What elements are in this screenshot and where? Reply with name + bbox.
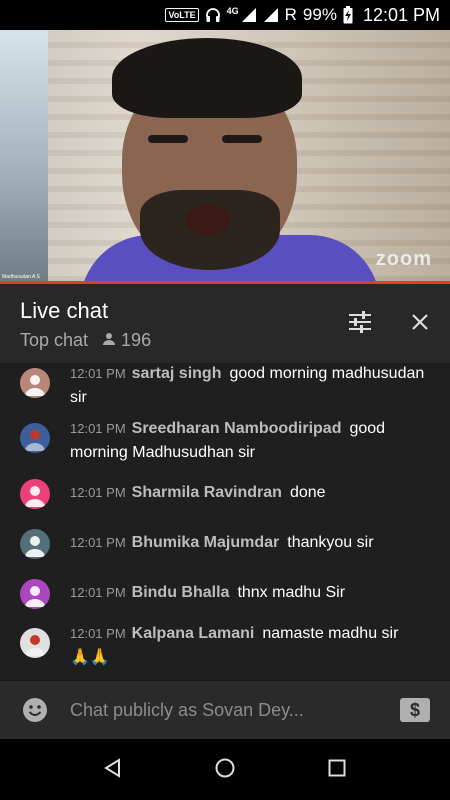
super-chat-button[interactable]: $ [400,698,430,722]
battery-charging-icon [343,6,353,24]
status-bar: VoLTE 4G R 99% 12:01 PM [0,0,450,30]
message-emoji: 🙏🙏 [70,649,110,666]
smiley-icon [22,698,48,727]
chat-mode-selector[interactable]: Top chat [20,330,88,351]
battery-percent: 99% [302,5,337,24]
avatar[interactable] [20,368,50,398]
message-body: 12:01 PM sartaj singh good morning madhusu… [70,364,434,410]
system-nav-bar [0,739,450,800]
person-silhouette-icon [25,486,45,507]
tune-icon [347,310,373,339]
message-author[interactable]: Bindu Bhalla [132,584,230,601]
person-silhouette-icon [25,375,45,396]
speaker-brow-left [148,135,188,143]
recents-button[interactable] [324,757,350,783]
chat-subheader: Top chat 196 [20,330,151,351]
chat-title: Live chat [20,298,109,323]
profile-photo-icon [25,430,45,451]
message-author[interactable]: Sreedharan Namboodiripad [132,420,342,437]
message-time: 12:01 PM [70,366,126,381]
message-time: 12:01 PM [70,421,126,436]
clock: 12:01 PM [362,4,440,25]
close-button[interactable] [404,308,436,340]
message-author[interactable]: Kalpana Lamani [132,625,255,642]
message-body: 12:01 PM Bindu Bhalla thnx madhu Sir [70,581,434,605]
video-player[interactable]: zoom Madhusudan A S [0,30,450,282]
viewer-count-value: 196 [121,330,152,350]
message-time: 12:01 PM [70,585,126,600]
message-time: 12:01 PM [70,535,126,550]
filter-button[interactable] [344,308,376,340]
message-time: 12:01 PM [70,485,126,500]
svg-text:$: $ [410,700,420,720]
avatar[interactable] [20,479,50,509]
recents-square-icon [326,757,348,784]
back-triangle-icon [102,757,124,784]
chat-input-bar: $ [0,680,450,739]
signal-icon [263,7,279,23]
volte-badge: VoLTE [165,8,199,22]
avatar[interactable] [20,529,50,559]
speaker-brow-right [222,135,262,143]
zoom-watermark: zoom [375,248,432,270]
roaming-indicator: R [284,5,297,24]
close-icon [410,312,430,337]
data-arrows-icon [241,7,257,23]
participant-name-tag: Madhusudan A S [2,274,40,280]
message-body: 12:01 PM Bhumika Majumdar thankyou sir [70,531,434,555]
message-body: 12:01 PM Sreedharan Namboodiripad good mor… [70,417,434,465]
message-text: thankyou sir [287,534,374,551]
person-icon [102,330,116,351]
avatar[interactable] [20,423,50,453]
message-body: 12:01 PM Sharmila Ravindran done [70,481,434,505]
message-text: thnx madhu Sir [237,584,346,601]
chat-message-list[interactable]: 12:01 PM sartaj singh good morning madhusu… [0,364,450,680]
chat-header: Live chat Top chat 196 [0,284,450,364]
person-silhouette-icon [25,586,45,607]
chat-input[interactable] [70,695,370,725]
avatar[interactable] [20,628,50,658]
message-author[interactable]: Bhumika Majumdar [132,534,280,551]
message-author[interactable]: Sharmila Ravindran [132,484,282,501]
back-button[interactable] [100,757,126,783]
message-body: 12:01 PM Kalpana Lamani namaste madhu sir … [70,622,434,670]
home-circle-icon [214,757,236,784]
speaker-mouth [185,205,230,235]
message-text: done [289,484,326,501]
person-silhouette-icon [25,536,45,557]
viewer-count: 196 [102,330,151,351]
message-author[interactable]: sartaj singh [132,365,222,382]
home-button[interactable] [212,757,238,783]
speaker-hair [112,38,302,118]
profile-photo-icon [25,635,45,656]
message-time: 12:01 PM [70,626,126,641]
video-side-panel [0,30,48,282]
emoji-button[interactable] [22,697,48,723]
dollar-icon: $ [400,698,430,726]
avatar[interactable] [20,579,50,609]
network-type: 4G [226,6,239,16]
headphones-icon [205,7,221,23]
message-text: namaste madhu sir [262,625,399,642]
